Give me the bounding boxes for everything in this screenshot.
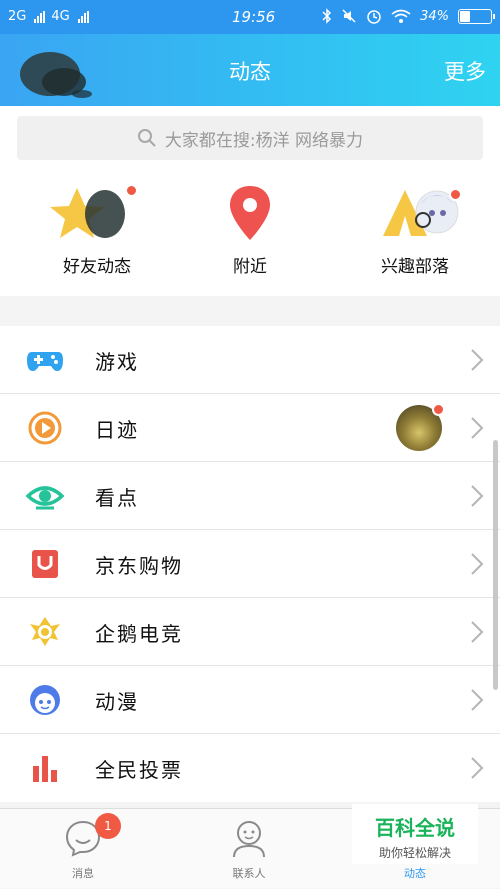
penguin-esports-icon (30, 617, 60, 646)
list-item-label: 动漫 (95, 690, 139, 714)
chevron-right-icon (471, 757, 484, 779)
quick-entry-tribe[interactable]: 兴趣部落 (340, 182, 490, 277)
clock: 19:56 (232, 8, 276, 26)
bluetooth-icon (322, 8, 332, 24)
network-label-4g: 4G (51, 9, 70, 24)
wifi-icon (391, 9, 411, 23)
chevron-right-icon (471, 349, 484, 371)
battery-percent: 34% (420, 8, 449, 24)
jd-bag-icon (32, 550, 58, 578)
list-item-game[interactable]: 游戏 (0, 326, 500, 394)
scrollbar[interactable] (493, 440, 498, 690)
tab-label: 消息 (72, 867, 94, 880)
list-item-label: 京东购物 (95, 554, 183, 578)
quick-entry-nearby[interactable]: 附近 (175, 182, 325, 277)
watermark-title: 百科全说 (375, 816, 455, 840)
network-label-2g: 2G (8, 9, 27, 24)
notification-dot (125, 184, 138, 197)
tab-messages[interactable]: 1 消息 (0, 809, 166, 889)
watermark-subtitle: 助你轻松解决 (378, 846, 451, 860)
gamepad-icon (27, 352, 63, 371)
header-bar: 动态 更多 (0, 34, 500, 106)
location-pin-icon (230, 186, 270, 240)
list-item-jd-shopping[interactable]: 京东购物 (0, 530, 500, 598)
search-placeholder: 大家都在搜:杨洋 网络暴力 (164, 130, 364, 151)
list-item-penguin-esports[interactable]: 企鹅电竞 (0, 598, 500, 666)
signal-icon (34, 10, 46, 23)
chevron-right-icon (471, 621, 484, 643)
alarm-icon (367, 10, 381, 24)
mute-icon (342, 9, 356, 23)
search-bar[interactable]: 大家都在搜:杨洋 网络暴力 (17, 116, 483, 160)
daily-trace-thumbnail (396, 403, 445, 451)
list-item-daily-trace[interactable]: 日迹 (0, 394, 500, 462)
list-item-vote[interactable]: 全民投票 (0, 734, 500, 802)
list-item-label: 游戏 (95, 350, 139, 374)
eye-icon (26, 486, 64, 510)
chevron-right-icon (471, 689, 484, 711)
feature-list: 游戏 日迹 看点 京东购物 企鹅电竞 动漫 全民投票 (0, 326, 500, 802)
quick-entry-label: 附近 (233, 257, 267, 277)
search-icon (137, 129, 156, 147)
list-item-label: 全民投票 (95, 758, 183, 782)
quick-entry-label: 好友动态 (63, 257, 131, 277)
signal-icon-2 (77, 10, 89, 23)
anime-face-icon (30, 685, 60, 715)
contacts-person-icon (233, 821, 265, 858)
list-item-label: 企鹅电竞 (95, 622, 183, 646)
chevron-right-icon (471, 485, 484, 507)
chevron-right-icon (471, 417, 484, 439)
list-item-kandian[interactable]: 看点 (0, 462, 500, 530)
battery-icon (458, 8, 495, 24)
notification-dot (432, 403, 445, 416)
notification-dot (449, 188, 462, 201)
play-circle-icon (28, 411, 62, 445)
tab-label: 动态 (404, 867, 426, 880)
quick-entry-label: 兴趣部落 (381, 257, 449, 277)
list-item-label: 日迹 (95, 418, 139, 442)
top-panel: 大家都在搜:杨洋 网络暴力 好友动态 附近 兴趣部落 (0, 106, 500, 296)
tab-label: 联系人 (232, 867, 266, 880)
status-bar: 2G 4G 19:56 34% (0, 0, 500, 34)
quick-entry-friends[interactable]: 好友动态 (22, 182, 172, 277)
more-button[interactable]: 更多 (444, 56, 486, 86)
page-title: 动态 (229, 60, 271, 84)
bar-chart-icon (33, 756, 57, 782)
list-item-anime[interactable]: 动漫 (0, 666, 500, 734)
list-item-label: 看点 (95, 486, 139, 510)
tab-contacts[interactable]: 联系人 (166, 809, 332, 889)
chevron-right-icon (471, 553, 484, 575)
unread-badge: 1 (95, 813, 121, 839)
watermark: 百科全说 助你轻松解决 (352, 804, 478, 864)
